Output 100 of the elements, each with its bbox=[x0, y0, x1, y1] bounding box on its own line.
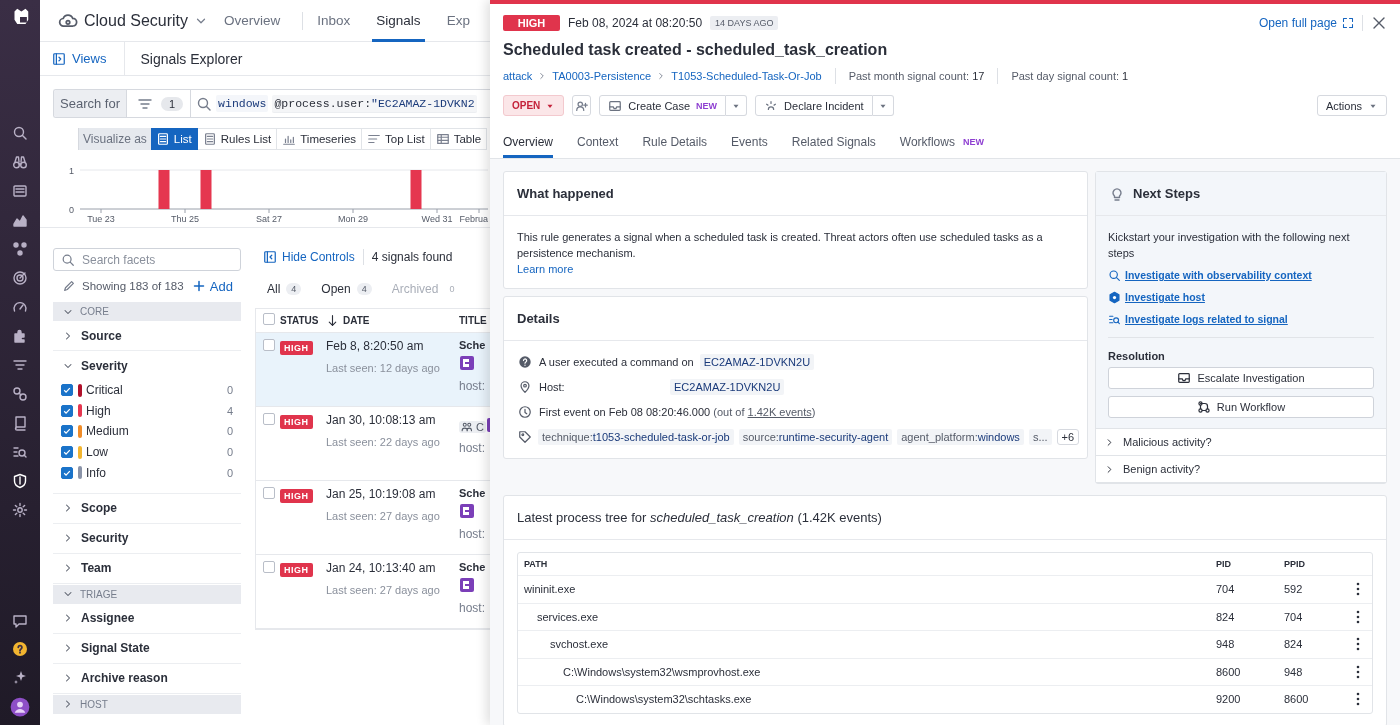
query-token[interactable]: windows bbox=[216, 95, 269, 112]
shield-icon[interactable] bbox=[12, 473, 28, 489]
status-dropdown[interactable]: OPEN bbox=[503, 95, 565, 116]
breadcrumb-link[interactable]: T1053-Scheduled-Task-Or-Job bbox=[671, 70, 822, 82]
people-icon bbox=[461, 421, 473, 433]
visualize-option[interactable]: List bbox=[150, 128, 198, 150]
learn-more-link[interactable]: Learn more bbox=[517, 263, 574, 275]
book-icon[interactable] bbox=[12, 415, 28, 431]
facet-title[interactable]: Scope bbox=[81, 501, 117, 516]
checkbox[interactable] bbox=[61, 466, 73, 479]
nodes-icon[interactable] bbox=[12, 241, 28, 257]
gear-icon[interactable] bbox=[12, 502, 28, 518]
sparkle-icon[interactable] bbox=[12, 669, 28, 685]
more-tags-button[interactable]: +6 bbox=[1056, 429, 1080, 445]
tag-chip[interactable]: source:runtime-security-agent bbox=[738, 429, 893, 445]
tag-chip[interactable]: agent_platform:windows bbox=[897, 429, 1024, 445]
signal-title: Sche bbox=[459, 339, 487, 351]
checkbox[interactable] bbox=[263, 561, 275, 573]
chat-icon[interactable] bbox=[12, 613, 28, 629]
host-chip[interactable]: EC2AMAZ-1DVKN2U bbox=[670, 379, 785, 395]
investigate-link[interactable]: Investigate host bbox=[1108, 289, 1374, 305]
signal-timestamp: Feb 08, 2024 at 08:20:50 bbox=[568, 16, 703, 30]
checkbox[interactable] bbox=[61, 404, 73, 417]
avatar-icon[interactable] bbox=[10, 697, 30, 717]
detail-tab[interactable]: Workflows NEW bbox=[899, 132, 984, 158]
binoculars-icon[interactable] bbox=[12, 154, 28, 170]
column-header[interactable]: DATE bbox=[326, 314, 459, 327]
facet-title[interactable]: Source bbox=[81, 328, 122, 343]
filter-icon[interactable] bbox=[12, 357, 28, 373]
assign-button[interactable] bbox=[572, 95, 592, 116]
views-button[interactable]: Views bbox=[40, 41, 126, 76]
investigate-link[interactable]: Investigate logs related to signal bbox=[1108, 311, 1374, 327]
nav-tab[interactable]: Inbox bbox=[313, 0, 355, 42]
facet-title[interactable]: Assignee bbox=[81, 611, 135, 626]
tag-chip[interactable]: s... bbox=[1028, 429, 1052, 445]
column-header[interactable]: TITLE bbox=[459, 315, 490, 326]
signal-row[interactable]: HIGH Feb 8, 8:20:50 am Last seen: 12 days ago Sche host: bbox=[256, 333, 490, 407]
tag-chip[interactable]: technique:t1053-scheduled-task-or-job bbox=[538, 429, 734, 445]
pencil-icon[interactable] bbox=[62, 279, 76, 293]
visualize-option[interactable]: Timeseries bbox=[277, 128, 363, 150]
checkbox[interactable] bbox=[263, 339, 275, 351]
checkbox[interactable] bbox=[263, 313, 275, 325]
puzzle-icon[interactable] bbox=[12, 328, 28, 344]
case-chip[interactable]: C bbox=[459, 421, 486, 433]
detail-tab[interactable]: Overview bbox=[503, 132, 553, 158]
link-icon[interactable] bbox=[12, 386, 28, 402]
actions-button[interactable]: Actions bbox=[1316, 95, 1387, 116]
target-icon[interactable] bbox=[12, 270, 28, 286]
status-filter-tab[interactable]: Open 4 bbox=[321, 282, 372, 296]
detail-tab[interactable]: Rule Details bbox=[642, 132, 708, 158]
detail-tab[interactable]: Context bbox=[577, 132, 619, 158]
axis-tick-label: 0 bbox=[69, 205, 74, 215]
nav-tab[interactable]: Signals bbox=[372, 0, 425, 42]
checkbox[interactable] bbox=[263, 413, 275, 425]
facet-title[interactable]: Archive reason bbox=[81, 671, 168, 686]
action-button[interactable]: Run Workflow bbox=[1108, 396, 1374, 418]
breadcrumb-link[interactable]: TA0003-Persistence bbox=[552, 70, 652, 82]
search-field[interactable]: Search facets bbox=[53, 248, 241, 271]
new-label: NEW bbox=[962, 136, 984, 147]
hide-controls-button[interactable]: Hide Controls bbox=[263, 250, 355, 264]
facet-title[interactable]: Security bbox=[81, 531, 129, 546]
events-link[interactable]: 1.42K events bbox=[747, 406, 812, 418]
list-icon[interactable] bbox=[12, 183, 28, 199]
search-field[interactable]: Search for 1 windows @process.user:"EC2AMAZ-1DVKN2 bbox=[53, 89, 490, 118]
declare-incident-button[interactable]: Declare Incident bbox=[755, 95, 873, 116]
status-filter-tab[interactable]: All 4 bbox=[267, 282, 302, 296]
visualize-option[interactable]: Top List bbox=[362, 128, 431, 150]
checkbox[interactable] bbox=[61, 384, 73, 397]
investigate-link[interactable]: Investigate with observability context bbox=[1108, 267, 1374, 283]
column-header[interactable]: STATUS bbox=[280, 315, 326, 326]
detail-tab[interactable]: Events bbox=[731, 132, 768, 158]
breadcrumb-link[interactable]: attack bbox=[503, 70, 533, 82]
accordion-item[interactable]: Benign activity? bbox=[1096, 456, 1386, 483]
query-token[interactable]: @process.user:"EC2AMAZ-1DVKN2 bbox=[272, 94, 477, 113]
checkbox[interactable] bbox=[61, 425, 73, 438]
visualize-option[interactable]: Table bbox=[430, 128, 488, 150]
detail-tab[interactable]: Related Signals bbox=[791, 132, 876, 158]
nav-tab[interactable]: Exp bbox=[442, 0, 474, 42]
chart-icon[interactable] bbox=[12, 212, 28, 228]
visualize-option[interactable]: Rules List bbox=[197, 128, 278, 150]
open-full-page-link[interactable]: Open full page bbox=[1258, 16, 1354, 30]
accordion-item[interactable]: Malicious activity? bbox=[1096, 429, 1386, 456]
add-button[interactable]: Add bbox=[192, 278, 233, 294]
close-icon[interactable] bbox=[1371, 15, 1387, 31]
host-chip[interactable]: EC2AMAZ-1DVKN2U bbox=[699, 354, 815, 370]
help-icon[interactable] bbox=[12, 641, 28, 657]
logs-icon[interactable] bbox=[12, 444, 28, 460]
checkbox[interactable] bbox=[61, 446, 73, 459]
table-cell-text: 9200 bbox=[1216, 693, 1242, 706]
facet-title[interactable]: Signal State bbox=[81, 641, 150, 656]
facet-title[interactable]: Team bbox=[81, 561, 112, 576]
checkbox[interactable] bbox=[263, 487, 275, 499]
nav-tab[interactable]: Overview bbox=[220, 0, 285, 42]
facet-title[interactable]: Severity bbox=[81, 358, 128, 373]
last-seen-text: Last seen: 27 days ago bbox=[326, 510, 441, 522]
create-case-button[interactable]: Create Case NEW bbox=[599, 95, 727, 116]
gauge-icon[interactable] bbox=[12, 299, 28, 315]
search-icon[interactable] bbox=[12, 125, 28, 141]
action-button[interactable]: Escalate Investigation bbox=[1108, 367, 1374, 389]
process-path: services.exe bbox=[536, 610, 600, 623]
